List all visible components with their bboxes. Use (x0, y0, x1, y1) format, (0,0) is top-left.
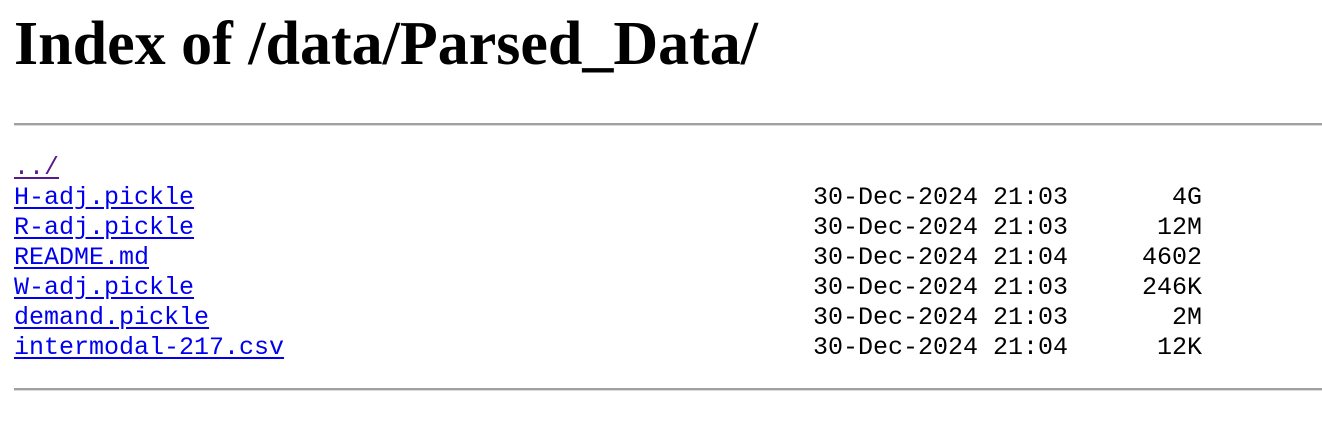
page-title: Index of /data/Parsed_Data/ (14, 10, 758, 78)
table-row: R-adj.pickle 30-Dec-2024 21:03 12M (14, 213, 1314, 243)
file-link-h-adj-pickle[interactable]: H-adj.pickle (14, 183, 194, 213)
file-date: 30-Dec-2024 21:04 (813, 243, 1069, 272)
parent-directory-row: ../ (14, 153, 1314, 183)
file-link-r-adj-pickle[interactable]: R-adj.pickle (14, 213, 194, 243)
table-row: intermodal-217.csv 30-Dec-2024 21:04 12K (14, 333, 1314, 363)
file-date: 30-Dec-2024 21:04 (813, 333, 1069, 362)
bottom-divider (14, 388, 1322, 391)
file-link-intermodal-217-csv[interactable]: intermodal-217.csv (14, 333, 284, 363)
top-divider (14, 123, 1322, 126)
file-link-demand-pickle[interactable]: demand.pickle (14, 303, 209, 333)
file-size: 4602 (1141, 243, 1202, 272)
table-row: demand.pickle 30-Dec-2024 21:03 2M (14, 303, 1314, 333)
file-date: 30-Dec-2024 21:03 (813, 183, 1069, 212)
file-link-readme-md[interactable]: README.md (14, 243, 149, 273)
file-size: 12K (1156, 333, 1202, 362)
file-link-w-adj-pickle[interactable]: W-adj.pickle (14, 273, 194, 303)
file-date: 30-Dec-2024 21:03 (813, 303, 1069, 332)
table-row: H-adj.pickle 30-Dec-2024 21:03 4G (14, 183, 1314, 213)
file-date: 30-Dec-2024 21:03 (813, 273, 1069, 302)
parent-directory-link[interactable]: ../ (14, 153, 59, 183)
file-size: 4G (1171, 183, 1202, 212)
file-listing: ../ H-adj.pickle 30-Dec-2024 21:03 4G R-… (14, 153, 1314, 363)
table-row: W-adj.pickle 30-Dec-2024 21:03 246K (14, 273, 1314, 303)
file-date: 30-Dec-2024 21:03 (813, 213, 1069, 242)
file-size: 12M (1156, 213, 1202, 242)
file-size: 2M (1171, 303, 1202, 332)
file-size: 246K (1141, 273, 1202, 302)
table-row: README.md 30-Dec-2024 21:04 4602 (14, 243, 1314, 273)
